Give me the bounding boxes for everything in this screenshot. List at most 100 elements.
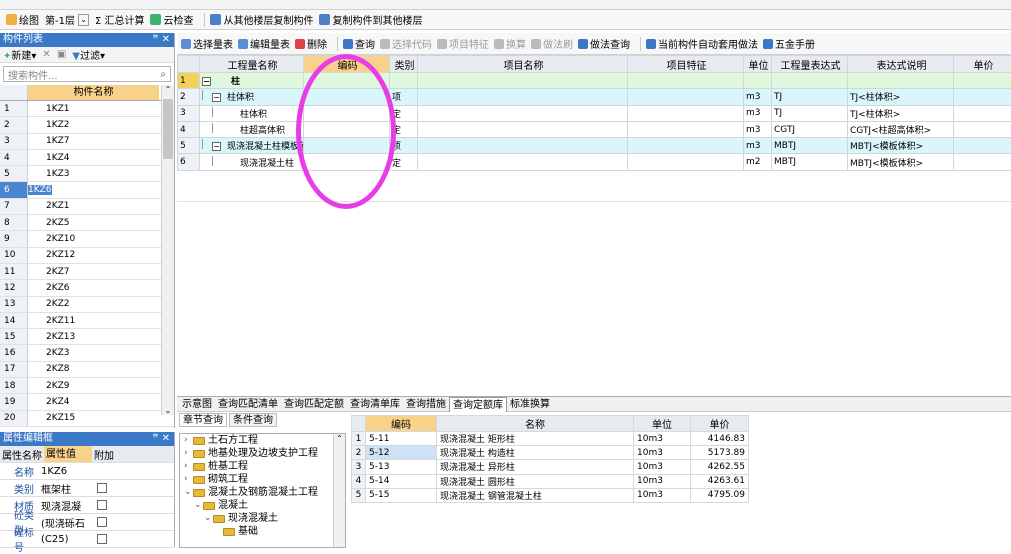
cell-name[interactable]: −柱 bbox=[200, 73, 304, 89]
tree-node[interactable]: ›砌筑工程 bbox=[180, 473, 345, 486]
cell-expr[interactable]: MBTJ bbox=[772, 154, 848, 170]
toolbar2-item[interactable]: 做法刷 bbox=[531, 36, 573, 51]
tab-condition-query[interactable]: 条件查询 bbox=[229, 413, 277, 427]
cell-feat[interactable] bbox=[628, 121, 744, 137]
cell-feat[interactable] bbox=[628, 138, 744, 154]
toolbar2-item[interactable]: 选择代码 bbox=[380, 36, 432, 51]
toolbar2-item[interactable]: 做法查询 bbox=[578, 36, 630, 51]
toolbar2-item[interactable]: 换算 bbox=[494, 36, 526, 51]
tree-node[interactable]: ⌄混凝土及钢筋混凝土工程 bbox=[180, 486, 345, 499]
table-row[interactable]: 1−柱 bbox=[178, 73, 1011, 89]
delete-icon[interactable]: ✕ bbox=[42, 49, 50, 60]
property-row[interactable]: 类别框架柱 bbox=[0, 480, 174, 497]
cell-expr[interactable]: TJ bbox=[772, 105, 848, 121]
expand-icon[interactable]: › bbox=[184, 434, 193, 447]
cell-price[interactable]: 4262.55 bbox=[691, 460, 749, 474]
list-item[interactable]: 92KZ10 bbox=[0, 231, 174, 247]
cell-unit[interactable]: 10m3 bbox=[634, 474, 691, 488]
cell-name[interactable]: −柱体积 bbox=[200, 89, 304, 105]
col-header[interactable]: 工程量表达式 bbox=[772, 56, 848, 73]
tree-node[interactable]: ›桩基工程 bbox=[180, 460, 345, 473]
cell-price[interactable] bbox=[954, 121, 1011, 137]
search-input[interactable]: 搜索构件...⌕ bbox=[3, 66, 171, 82]
toolbar2-item[interactable]: 当前构件自动套用做法 bbox=[646, 36, 758, 51]
cell-name[interactable]: 现浇混凝土 异形柱 bbox=[437, 460, 634, 474]
tree-node[interactable]: ›地基处理及边坡支护工程 bbox=[180, 447, 345, 460]
cell-unit[interactable]: m3 bbox=[744, 138, 772, 154]
cell-price[interactable] bbox=[954, 138, 1011, 154]
list-item[interactable]: 162KZ3 bbox=[0, 345, 174, 361]
col-header[interactable]: 单位 bbox=[744, 56, 772, 73]
cell-name[interactable]: 现浇混凝土柱 bbox=[200, 154, 304, 170]
list-item[interactable]: 192KZ4 bbox=[0, 394, 174, 410]
draw-button[interactable]: 绘图 bbox=[6, 12, 39, 27]
cloud-check-button[interactable]: 云检查 bbox=[150, 12, 193, 27]
chevron-down-icon[interactable]: ⌄ bbox=[78, 14, 89, 26]
list-item[interactable]: 82KZ5 bbox=[0, 215, 174, 231]
list-item[interactable]: 51KZ3 bbox=[0, 166, 174, 182]
list-item[interactable]: 31KZ7 bbox=[0, 134, 174, 150]
cell-proj[interactable] bbox=[418, 154, 628, 170]
tree-node[interactable]: ⌄混凝土 bbox=[180, 499, 345, 512]
expand-icon[interactable]: ⌄ bbox=[204, 512, 213, 525]
list-item[interactable]: 41KZ4 bbox=[0, 150, 174, 166]
property-value[interactable]: (现浇砾石 bbox=[38, 515, 92, 530]
tree-scrollbar[interactable]: ⌃ bbox=[333, 434, 345, 547]
cell-price[interactable]: 4263.61 bbox=[691, 474, 749, 488]
table-row[interactable]: 55-15现浇混凝土 钢管混凝土柱10m34795.09 bbox=[352, 488, 749, 502]
expand-icon[interactable]: ⌄ bbox=[184, 486, 193, 499]
cell-unit[interactable]: m3 bbox=[744, 105, 772, 121]
property-row[interactable]: 砼标号(C25) bbox=[0, 531, 174, 548]
cell-unit[interactable]: 10m3 bbox=[634, 446, 691, 460]
list-item[interactable]: 21KZ2 bbox=[0, 117, 174, 133]
tab-bottom[interactable]: 查询清单库 bbox=[347, 397, 403, 412]
expand-icon[interactable]: › bbox=[184, 460, 193, 473]
cell-expr[interactable]: CGTJ bbox=[772, 121, 848, 137]
attach-checkbox[interactable] bbox=[97, 517, 107, 527]
cell-feat[interactable] bbox=[628, 89, 744, 105]
cell-proj[interactable] bbox=[418, 138, 628, 154]
cell-name[interactable]: 现浇混凝土 圆形柱 bbox=[437, 474, 634, 488]
expand-icon[interactable]: ⌄ bbox=[194, 499, 203, 512]
tab-bottom[interactable]: 查询匹配定额 bbox=[281, 397, 347, 412]
cell-price[interactable]: 4146.83 bbox=[691, 432, 749, 446]
cell-price[interactable]: 4795.09 bbox=[691, 488, 749, 502]
cell-feat[interactable] bbox=[628, 154, 744, 170]
attach-checkbox[interactable] bbox=[97, 483, 107, 493]
tab-bottom[interactable]: 查询匹配清单 bbox=[215, 397, 281, 412]
cell-unit[interactable]: m3 bbox=[744, 89, 772, 105]
attach-checkbox[interactable] bbox=[97, 500, 107, 510]
tab-bottom[interactable]: 查询定额库 bbox=[449, 397, 507, 412]
cell-desc[interactable]: TJ<柱体积> bbox=[848, 89, 954, 105]
collapse-icon[interactable]: − bbox=[212, 142, 221, 151]
list-item[interactable]: 11KZ1 bbox=[0, 101, 174, 117]
new-button[interactable]: ✦新建▾ bbox=[3, 47, 36, 62]
list-item[interactable]: 61KZ6 bbox=[0, 182, 174, 198]
cell-name[interactable]: 现浇混凝土 矩形柱 bbox=[437, 432, 634, 446]
cell-code[interactable]: 5-13 bbox=[366, 460, 437, 474]
cell-type[interactable] bbox=[390, 73, 418, 89]
cell-name[interactable]: 现浇混凝土 构造柱 bbox=[437, 446, 634, 460]
tab-bottom[interactable]: 示意图 bbox=[179, 397, 215, 412]
list-item[interactable]: 102KZ12 bbox=[0, 248, 174, 264]
list-scrollbar[interactable]: ⌃ ⌄ bbox=[161, 85, 174, 415]
table-row[interactable]: 35-13现浇混凝土 异形柱10m34262.55 bbox=[352, 460, 749, 474]
list-item[interactable]: 112KZ7 bbox=[0, 264, 174, 280]
cell-proj[interactable] bbox=[418, 105, 628, 121]
col-header[interactable]: 表达式说明 bbox=[848, 56, 954, 73]
cell-code[interactable]: 5-15 bbox=[366, 488, 437, 502]
scroll-thumb[interactable] bbox=[163, 99, 173, 159]
cell-name[interactable]: 现浇混凝土 钢管混凝土柱 bbox=[437, 488, 634, 502]
cell-desc[interactable]: MBTJ<模板体积> bbox=[848, 138, 954, 154]
cell-price[interactable]: 5173.89 bbox=[691, 446, 749, 460]
scroll-up-icon[interactable]: ⌃ bbox=[162, 85, 174, 97]
copy-from-floor-button[interactable]: 从其他楼层复制构件 bbox=[210, 12, 313, 27]
toolbar2-item[interactable]: 选择量表 bbox=[181, 36, 233, 51]
col-header[interactable]: 类别 bbox=[390, 56, 418, 73]
cell-expr[interactable]: MBTJ bbox=[772, 138, 848, 154]
cell-proj[interactable] bbox=[418, 89, 628, 105]
property-value[interactable]: 1KZ6 bbox=[38, 466, 92, 477]
cell-unit[interactable] bbox=[744, 73, 772, 89]
col-header[interactable]: 单位 bbox=[634, 416, 691, 432]
pin-close-icon[interactable]: ꟸ ✕ bbox=[153, 33, 170, 47]
